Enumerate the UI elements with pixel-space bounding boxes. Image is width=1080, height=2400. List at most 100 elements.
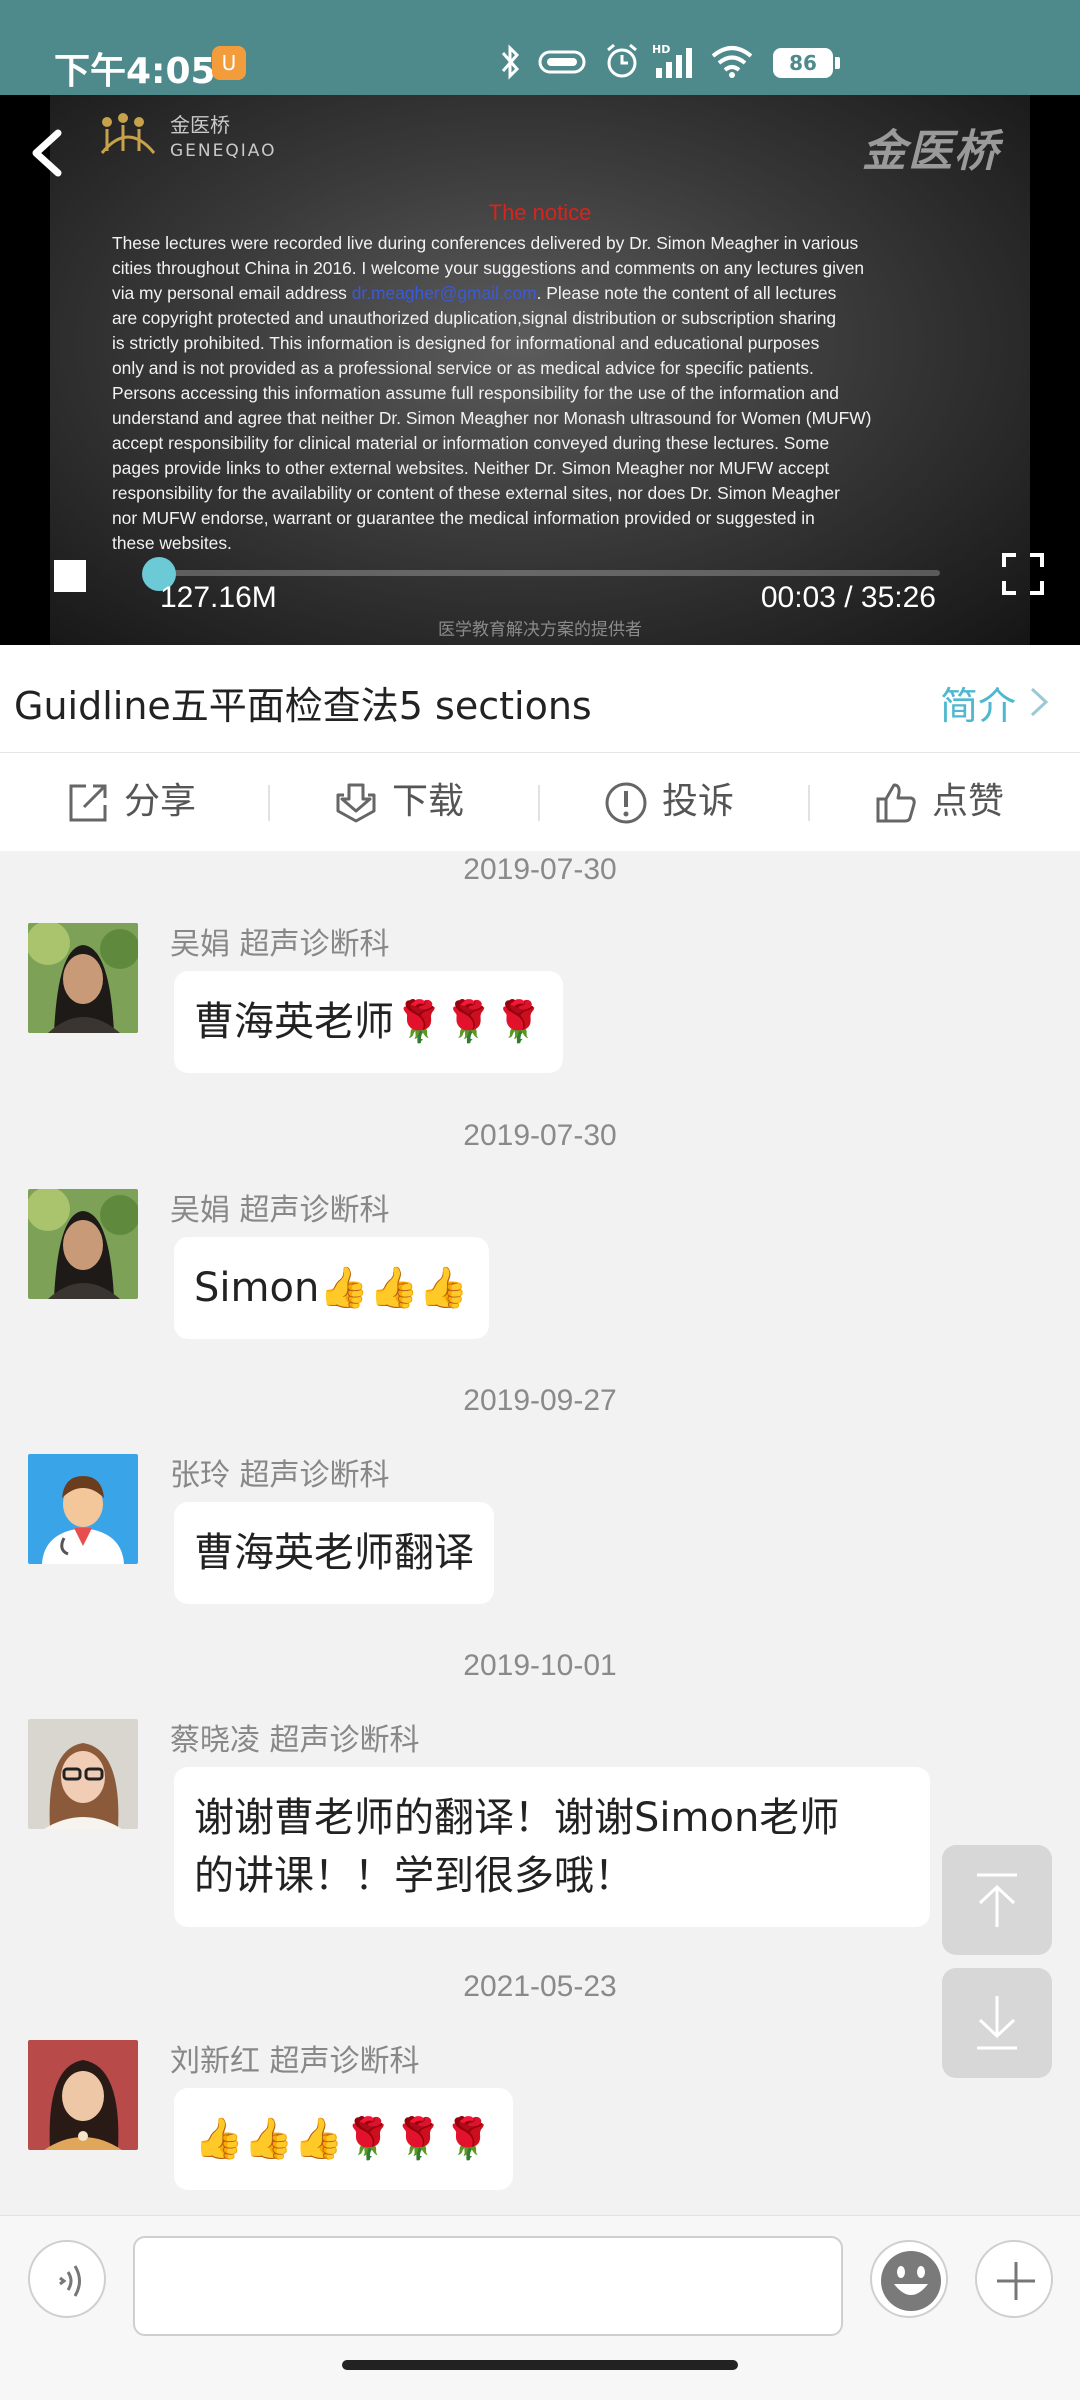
avatar[interactable] xyxy=(28,1454,138,1564)
notice-line-part: . Please note the content of all lecture… xyxy=(536,283,837,303)
notice-line: Persons accessing this information assum… xyxy=(112,383,839,403)
notice-line: nor MUFW endorse, warrant or guarantee t… xyxy=(112,508,815,528)
action-bar: 分享 下载 投诉 点赞 xyxy=(0,753,1080,851)
uc-browser-icon: U xyxy=(212,46,246,80)
status-time: 下午4:05 xyxy=(54,51,216,92)
message-text-line: 谢谢曹老师的翻译！谢谢Simon老师 xyxy=(194,1795,840,1841)
notice-line: cities throughout China in 2016. I welco… xyxy=(112,258,865,278)
divider xyxy=(538,785,540,821)
notice-line: are copyright protected and unauthorized… xyxy=(112,308,837,328)
voice-button[interactable] xyxy=(28,2240,106,2318)
notice-line: responsibility for the availability or c… xyxy=(112,483,840,503)
notice-line: These lectures were recorded live during… xyxy=(112,233,859,253)
sender-name: 吴娟 超声诊断科 xyxy=(170,1193,390,1228)
notice-body: These lectures were recorded live during… xyxy=(112,231,992,556)
notice-email: dr.meagher@gmail.com xyxy=(351,283,537,303)
video-time: 00:03 / 35:26 xyxy=(760,581,936,614)
chevron-right-icon xyxy=(1030,687,1049,717)
logo-text-cn: 金医桥 xyxy=(170,113,230,137)
thumbs-up-icon xyxy=(876,783,916,823)
watermark: 金医桥 xyxy=(862,126,1000,177)
date-label: 2019-10-01 xyxy=(463,1649,617,1682)
intro-link[interactable]: 简介 xyxy=(940,675,1050,730)
share-label: 分享 xyxy=(124,781,197,822)
battery-icon: 86 xyxy=(773,48,833,78)
home-indicator[interactable] xyxy=(342,2360,738,2370)
avatar[interactable] xyxy=(28,2040,138,2150)
back-arrow-icon[interactable] xyxy=(22,123,72,183)
notice-line: these websites. xyxy=(112,533,232,553)
geneqiao-logo xyxy=(98,111,158,161)
video-title-row: Guidline五平面检查法5 sections 简介 xyxy=(0,645,1080,753)
voice-icon xyxy=(59,2265,81,2297)
divider xyxy=(808,785,810,821)
comment-list[interactable]: 2019-07-30 吴娟 超声诊断科 曹海英老师🌹🌹🌹 2019-07-30 … xyxy=(0,851,1080,2215)
complaint-button[interactable]: 投诉 xyxy=(604,777,734,827)
notice-line-part: via my personal email address xyxy=(112,283,352,303)
avatar-image xyxy=(28,923,138,1033)
doctor-avatar-icon xyxy=(28,1454,138,1564)
scroll-to-bottom-button[interactable] xyxy=(942,1968,1052,2078)
video-size: 127.16M xyxy=(160,581,277,614)
comment-input[interactable] xyxy=(133,2236,843,2336)
complaint-label: 投诉 xyxy=(662,781,735,822)
plus-icon xyxy=(997,2262,1035,2300)
avatar[interactable] xyxy=(28,1189,138,1299)
message-bubble: Simon👍👍👍 xyxy=(174,1237,489,1339)
sender-name: 蔡晓凌 超声诊断科 xyxy=(170,1723,420,1758)
video-title: Guidline五平面检查法5 sections xyxy=(14,684,592,728)
progress-track[interactable] xyxy=(160,570,940,576)
input-bar xyxy=(0,2215,1080,2340)
message-text: 曹海英老师🌹🌹🌹 xyxy=(194,999,544,1045)
stop-button[interactable] xyxy=(54,560,86,592)
notice-line: pages provide links to other external we… xyxy=(112,458,830,478)
arrow-up-icon xyxy=(977,1873,1017,1927)
date-label: 2021-05-23 xyxy=(463,1970,617,2003)
intro-label: 简介 xyxy=(939,684,1016,728)
fullscreen-icon[interactable] xyxy=(1002,553,1044,595)
message-text: Simon👍👍👍 xyxy=(194,1265,469,1311)
svg-text:HD: HD xyxy=(652,43,670,56)
download-button[interactable]: 下载 xyxy=(334,777,464,827)
notice-title: The notice xyxy=(488,200,592,225)
avatar-image xyxy=(28,1189,138,1299)
sender-name: 刘新红 超声诊断科 xyxy=(170,2044,420,2079)
date-label: 2019-07-30 xyxy=(463,853,617,886)
like-button[interactable]: 点赞 xyxy=(874,777,1004,827)
video-player[interactable]: 金医桥 GENEQIAO 金医桥 The notice These lectur… xyxy=(0,95,1080,645)
logo-text-en: GENEQIAO xyxy=(170,141,277,161)
share-icon xyxy=(69,784,107,822)
wifi-icon xyxy=(711,46,753,78)
download-label: 下载 xyxy=(392,781,465,822)
share-button[interactable]: 分享 xyxy=(66,777,196,827)
message-bubble: 👍👍👍🌹🌹🌹 xyxy=(174,2088,513,2190)
divider xyxy=(268,785,270,821)
like-label: 点赞 xyxy=(932,781,1005,822)
system-nav-bar xyxy=(0,2340,1080,2400)
date-label: 2019-09-27 xyxy=(463,1384,617,1417)
video-frame: 金医桥 GENEQIAO 金医桥 The notice These lectur… xyxy=(50,95,1030,645)
message-text: 👍👍👍🌹🌹🌹 xyxy=(194,2116,493,2162)
hd-signal-icon: HD xyxy=(652,43,692,78)
emoji-button[interactable] xyxy=(870,2240,948,2318)
message-bubble: 曹海英老师翻译 xyxy=(174,1502,494,1604)
avatar[interactable] xyxy=(28,1719,138,1829)
scroll-to-top-button[interactable] xyxy=(942,1845,1052,1955)
sender-name: 张玲 超声诊断科 xyxy=(170,1458,390,1493)
battery-tip xyxy=(835,57,840,69)
message-bubble: 谢谢曹老师的翻译！谢谢Simon老师 的讲课！！学到很多哦！ xyxy=(174,1767,930,1927)
notice-line: only and is not provided as a profession… xyxy=(112,358,814,378)
status-bar: 下午4:05 U HD 86 xyxy=(0,0,1080,95)
avatar[interactable] xyxy=(28,923,138,1033)
arrow-down-icon xyxy=(977,1996,1017,2050)
message-text: 曹海英老师翻译 xyxy=(194,1530,474,1576)
sender-name: 吴娟 超声诊断科 xyxy=(170,927,390,962)
slide-footer: 医学教育解决方案的提供者 xyxy=(438,620,642,640)
smiley-icon xyxy=(881,2251,941,2311)
notice-line: via my personal email address dr.meagher… xyxy=(112,281,992,306)
avatar-image xyxy=(28,2040,138,2150)
bluetooth-icon xyxy=(501,44,520,80)
download-icon xyxy=(336,783,376,823)
more-button[interactable] xyxy=(975,2240,1053,2318)
notice-line: understand and agree that neither Dr. Si… xyxy=(112,408,872,428)
